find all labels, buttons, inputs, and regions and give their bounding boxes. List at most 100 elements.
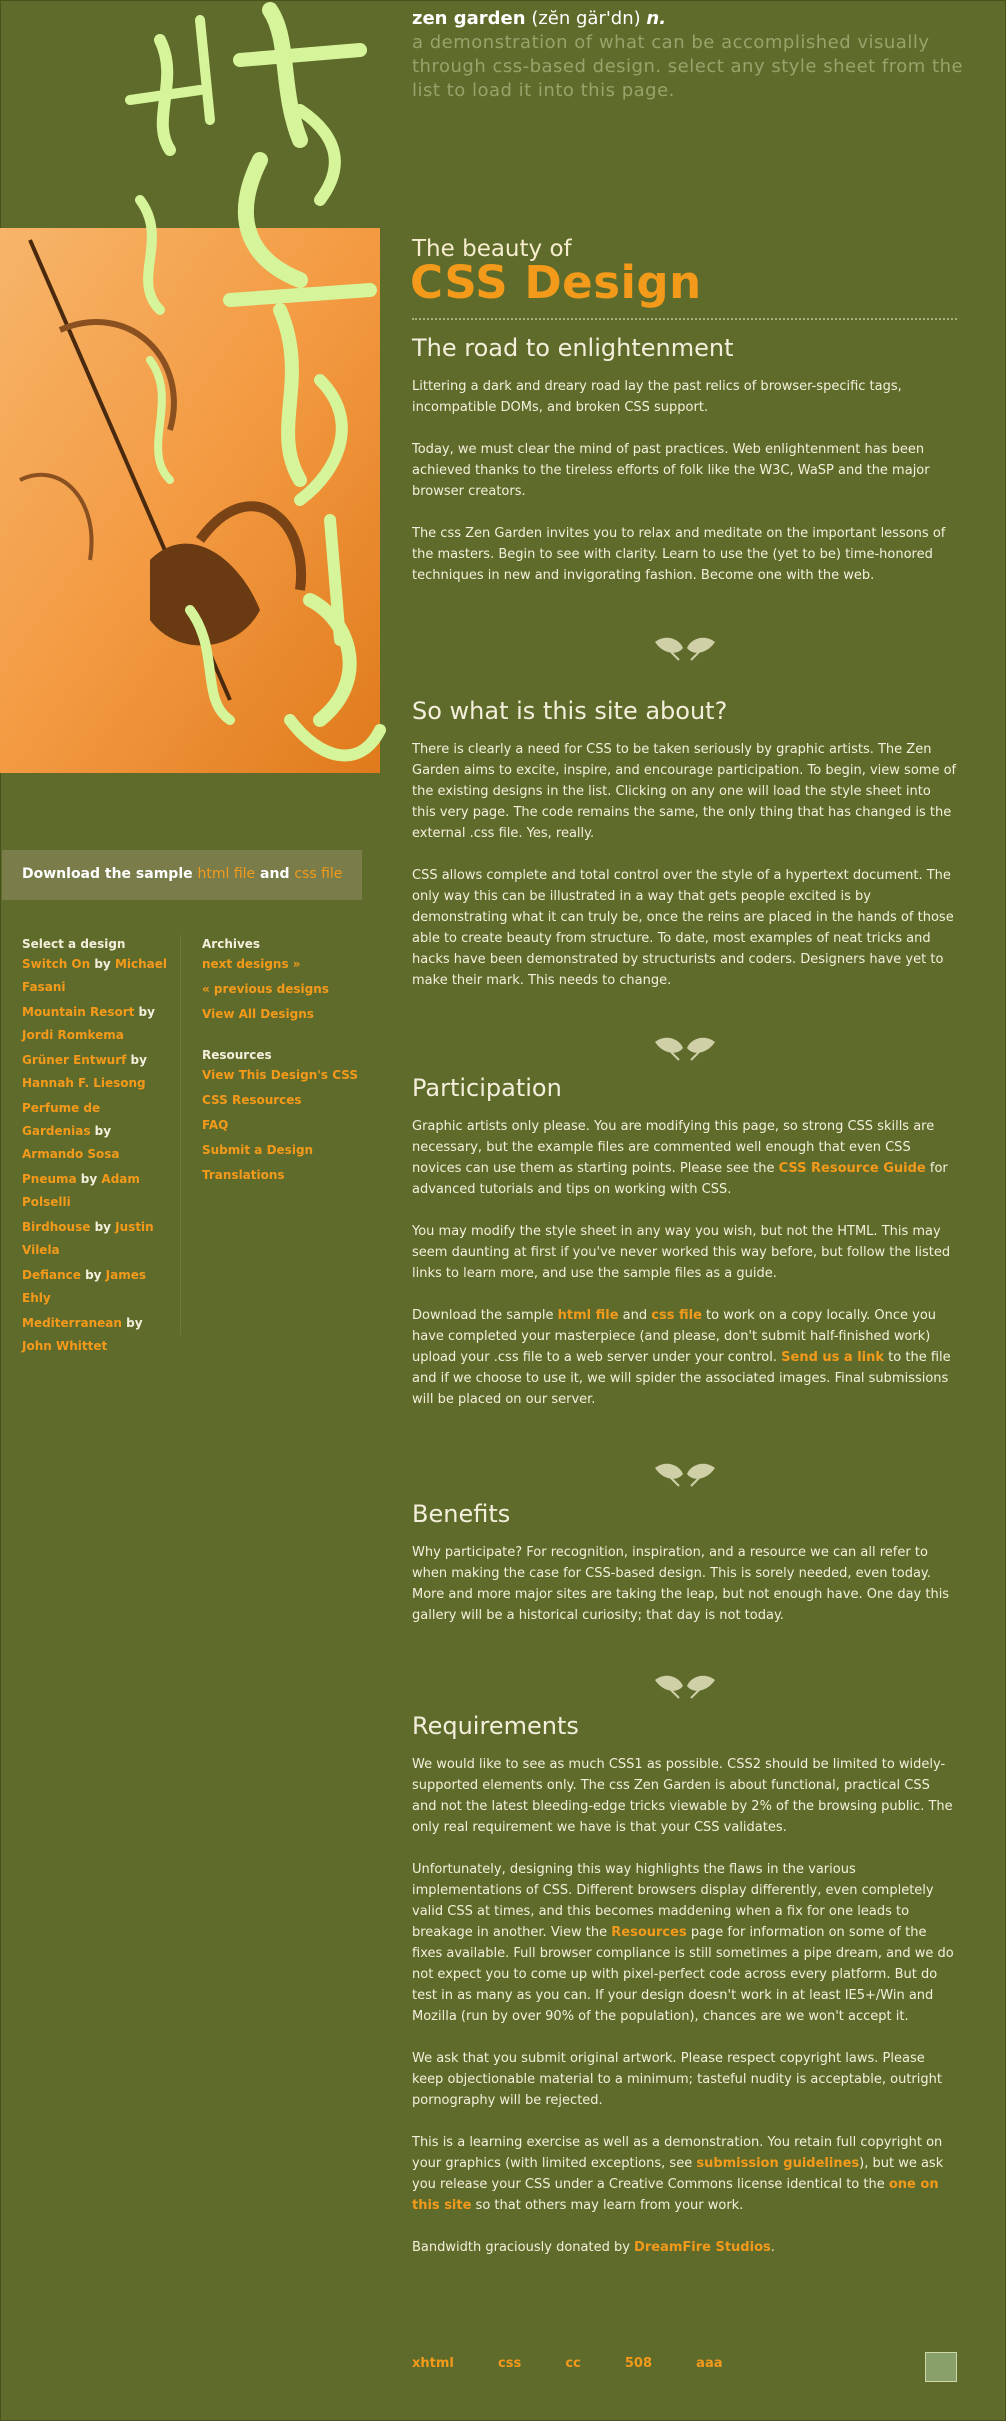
text: . (770, 2240, 775, 2255)
calligraphy-artwork (0, 2, 386, 773)
part-of-speech: n. (646, 8, 667, 29)
design-item: Defiance by James Ehly (22, 1264, 172, 1310)
fish-divider-icon (655, 1675, 715, 1699)
text: Bandwidth graciously donated by (412, 2240, 635, 2255)
by-text: by (76, 1172, 102, 1186)
fish-divider-icon (655, 637, 715, 661)
text: and (255, 866, 295, 882)
footer: xhtml css cc 508 aaa (412, 2356, 763, 2371)
paragraph: This is a learning exercise as well as a… (412, 2132, 957, 2216)
section-about: So what is this site about? There is cle… (412, 697, 957, 991)
seal-stamp-icon (925, 2352, 957, 2382)
download-html-link[interactable]: html file (198, 866, 256, 882)
by-text: by (90, 1124, 112, 1138)
pronunciation: (zĕn gär'dn) (525, 8, 647, 29)
archives-heading: Archives (202, 937, 261, 951)
site-tagline: a demonstration of what can be accomplis… (412, 32, 964, 101)
design-item: Grüner Entwurf by Hannah F. Liesong (22, 1049, 172, 1095)
download-text: Download the sample html file and css fi… (22, 866, 342, 882)
paragraph: You may modify the style sheet in any wa… (412, 1224, 951, 1281)
section-benefits: Benefits Why participate? For recognitio… (412, 1500, 957, 1626)
dreamfire-link[interactable]: DreamFire Studios (634, 2240, 771, 2255)
resources-link[interactable]: Resources (611, 1925, 686, 1940)
text: Download the sample (22, 866, 198, 882)
design-item: Switch On by Michael Fasani (22, 953, 172, 999)
fish-divider-icon (655, 1037, 715, 1061)
design-item: Mountain Resort by Jordi Romkema (22, 1001, 172, 1047)
design-name-link[interactable]: Pneuma (22, 1172, 77, 1186)
paragraph: Why participate? For recognition, inspir… (412, 1545, 950, 1623)
fish-divider-icon (655, 1463, 715, 1487)
footer-link-aaa[interactable]: aaa (696, 2356, 722, 2371)
paragraph: Bandwidth graciously donated by DreamFir… (412, 2237, 957, 2258)
next-designs-link[interactable]: next designs » (202, 957, 301, 971)
send-link-link[interactable]: Send us a link (781, 1350, 884, 1365)
section-heading: So what is this site about? (412, 697, 728, 725)
paragraph: The css Zen Garden invites you to relax … (412, 526, 946, 583)
paragraph: Today, we must clear the mind of past pr… (412, 442, 930, 499)
submit-design-link[interactable]: Submit a Design (202, 1143, 313, 1157)
paragraph: We ask that you submit original artwork.… (412, 2051, 942, 2108)
design-name-link[interactable]: Grüner Entwurf (22, 1053, 126, 1067)
footer-link-508[interactable]: 508 (625, 2356, 652, 2371)
footer-link-css[interactable]: css (498, 2356, 521, 2371)
paragraph: Download the sample html file and css fi… (412, 1305, 957, 1410)
download-bar: Download the sample html file and css fi… (2, 850, 362, 900)
css-file-link[interactable]: css file (651, 1308, 702, 1323)
download-css-link[interactable]: css file (294, 866, 342, 882)
submission-guidelines-link[interactable]: submission guidelines (696, 2156, 859, 2171)
site-header: zen garden (zĕn gär'dn) n. a demonstrati… (412, 8, 972, 103)
site-name: zen garden (412, 8, 526, 29)
design-author-link[interactable]: Jordi Romkema (22, 1028, 124, 1042)
design-item: Pneuma by Adam Polselli (22, 1168, 172, 1214)
text: so that others may learn from your work. (471, 2198, 744, 2213)
sidebar-divider (180, 935, 181, 1335)
site-title: zen garden (zĕn gär'dn) n. (412, 8, 972, 29)
resources-heading: Resources (202, 1048, 272, 1062)
css-resource-guide-link[interactable]: CSS Resource Guide (779, 1161, 926, 1176)
design-name-link[interactable]: Switch On (22, 957, 90, 971)
paragraph: There is clearly a need for CSS to be ta… (412, 742, 957, 841)
previous-designs-link[interactable]: « previous designs (202, 982, 329, 996)
design-name-link[interactable]: Perfume de Gardenias (22, 1101, 100, 1138)
design-author-link[interactable]: Hannah F. Liesong (22, 1076, 146, 1090)
section-road: The road to enlightenment Littering a da… (412, 334, 957, 586)
paragraph: Graphic artists only please. You are mod… (412, 1116, 957, 1200)
section-heading: Requirements (412, 1712, 579, 1740)
text: Download the sample (412, 1308, 558, 1323)
paragraph: CSS allows complete and total control ov… (412, 868, 954, 988)
footer-link-cc[interactable]: cc (565, 2356, 580, 2371)
design-list-heading: Select a design (22, 937, 126, 951)
design-author-link[interactable]: Armando Sosa (22, 1147, 120, 1161)
paragraph: Unfortunately, designing this way highli… (412, 1859, 957, 2027)
design-name-link[interactable]: Defiance (22, 1268, 81, 1282)
section-participation: Participation Graphic artists only pleas… (412, 1074, 957, 1410)
paragraph: Littering a dark and dreary road lay the… (412, 379, 902, 415)
view-css-link[interactable]: View This Design's CSS (202, 1068, 358, 1082)
design-items: Switch On by Michael Fasani Mountain Reso… (22, 953, 172, 1358)
intro-title: CSS Design (410, 256, 702, 309)
section-heading: Participation (412, 1074, 562, 1102)
footer-link-xhtml[interactable]: xhtml (412, 2356, 454, 2371)
section-heading: The road to enlightenment (412, 334, 734, 362)
design-author-link[interactable]: John Whittet (22, 1339, 107, 1353)
design-item: Perfume de Gardenias by Armando Sosa (22, 1097, 172, 1166)
text: and (618, 1308, 652, 1323)
section-requirements: Requirements We would like to see as muc… (412, 1712, 957, 2258)
by-text: by (121, 1316, 143, 1330)
view-all-designs-link[interactable]: View All Designs (202, 1007, 314, 1021)
design-name-link[interactable]: Birdhouse (22, 1220, 90, 1234)
by-text: by (90, 1220, 116, 1234)
html-file-link[interactable]: html file (558, 1308, 619, 1323)
by-text: by (134, 1005, 155, 1019)
design-name-link[interactable]: Mountain Resort (22, 1005, 134, 1019)
css-resources-link[interactable]: CSS Resources (202, 1093, 302, 1107)
faq-link[interactable]: FAQ (202, 1118, 228, 1132)
by-text: by (90, 957, 115, 971)
paragraph: We would like to see as much CSS1 as pos… (412, 1757, 953, 1835)
archives-list: Archives next designs » « previous desig… (202, 935, 372, 1187)
design-item: Mediterranean by John Whittet (22, 1312, 172, 1358)
design-name-link[interactable]: Mediterranean (22, 1316, 122, 1330)
translations-link[interactable]: Translations (202, 1168, 285, 1182)
dotted-divider (412, 318, 957, 320)
